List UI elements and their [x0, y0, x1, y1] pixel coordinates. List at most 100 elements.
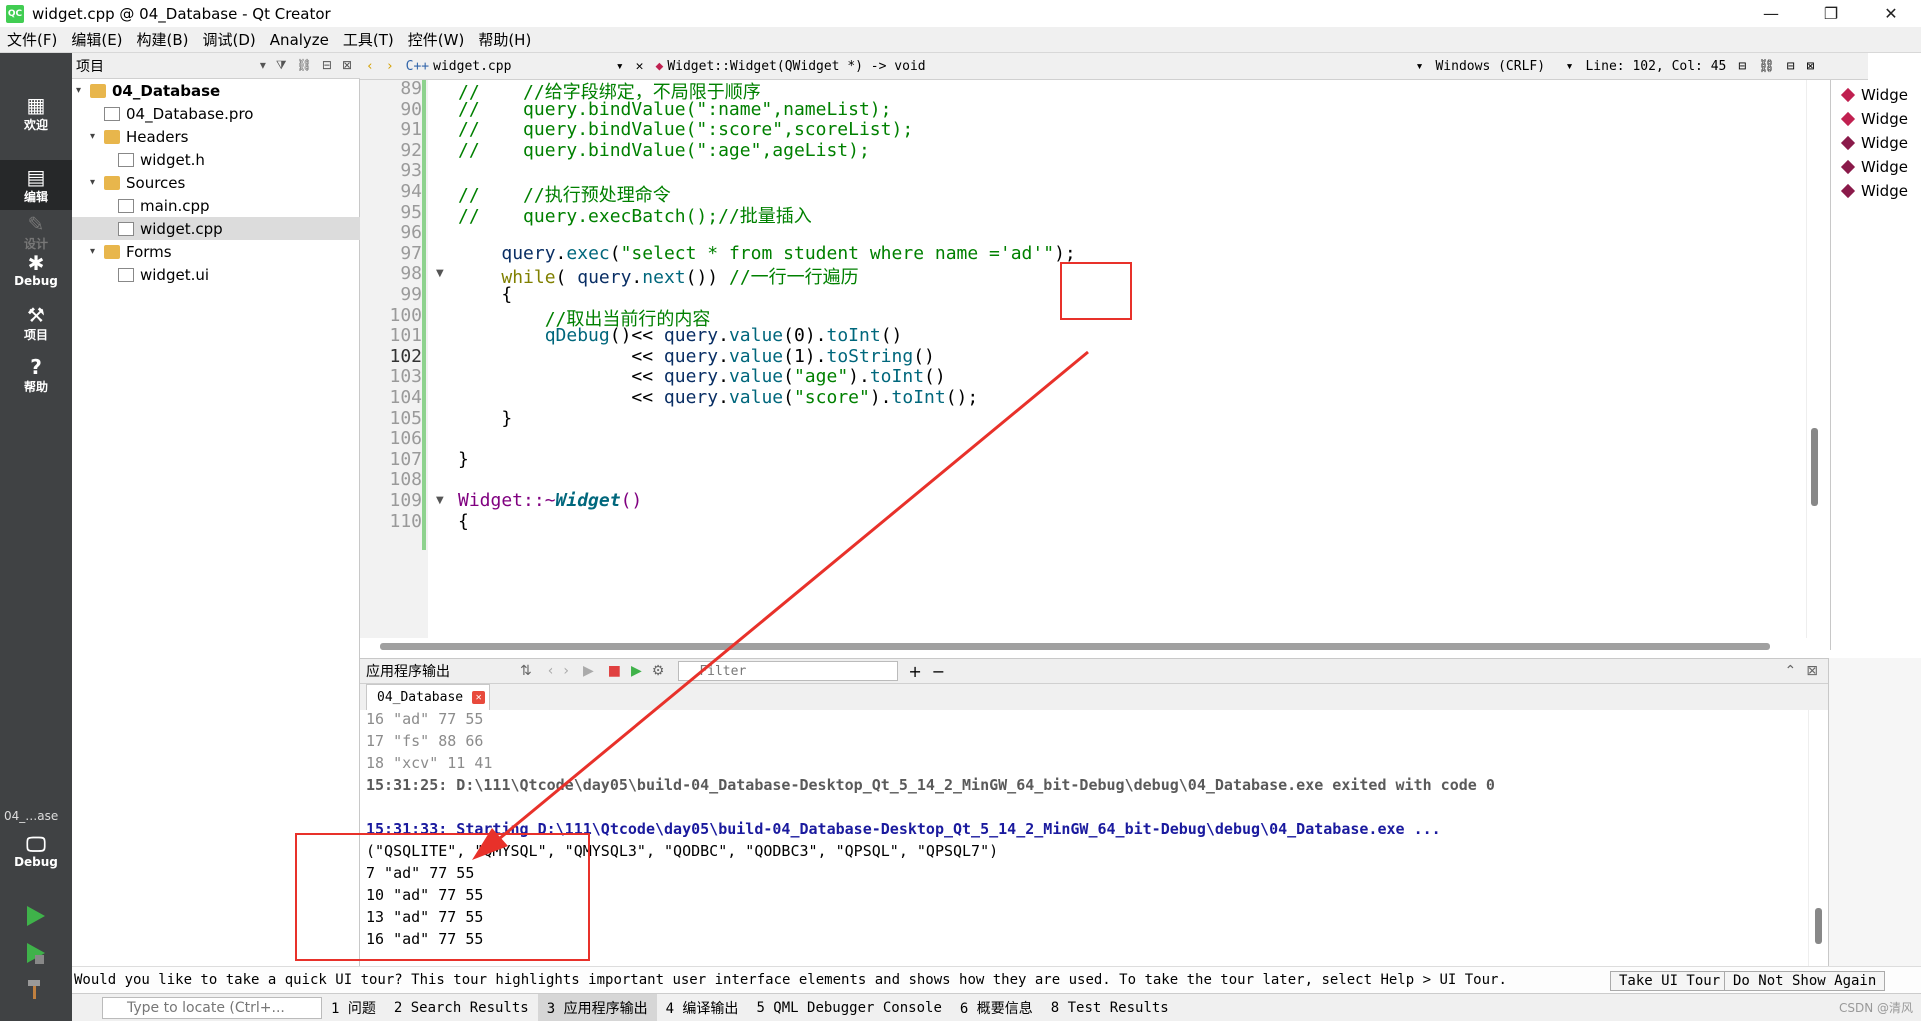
expand-arrow-icon[interactable]: ▾: [90, 246, 104, 257]
target-selector[interactable]: 🖵 Debug: [0, 821, 72, 881]
tree-item-widget-h[interactable]: widget.h: [72, 148, 360, 171]
prev-icon[interactable]: ‹: [548, 663, 554, 679]
expand-arrow-icon[interactable]: ▾: [90, 131, 104, 142]
code-line[interactable]: // query.bindValue(":score",scoreList);: [458, 119, 913, 140]
menu-item[interactable]: 控件(W): [401, 29, 472, 50]
mode-help[interactable]: ? 帮助: [0, 350, 72, 400]
mode-grid[interactable]: ▦ 欢迎: [0, 83, 72, 143]
stop-icon[interactable]: ■: [608, 663, 621, 679]
expand-arrow-icon[interactable]: ▾: [90, 177, 104, 188]
close-button[interactable]: ✕: [1861, 0, 1921, 27]
output-filter-input[interactable]: Filter: [678, 661, 899, 681]
editor-vertical-scrollbar[interactable]: [1806, 80, 1822, 638]
close-document-button[interactable]: ✕: [630, 53, 650, 79]
build-button[interactable]: [20, 973, 52, 1005]
menu-item[interactable]: 文件(F): [0, 29, 64, 50]
outline-item[interactable]: Widge: [1840, 110, 1908, 128]
scrollbar-thumb[interactable]: [1815, 908, 1822, 944]
tree-item-widget-cpp[interactable]: widget.cpp: [72, 217, 360, 240]
attach-icon[interactable]: ▶: [631, 663, 642, 679]
next-icon[interactable]: ›: [563, 663, 569, 679]
outline-item[interactable]: Widge: [1840, 158, 1908, 176]
output-vertical-scrollbar[interactable]: [1808, 710, 1828, 966]
locator-input[interactable]: Type to locate (Ctrl+...: [102, 996, 322, 1019]
fold-marker-icon[interactable]: ▼: [436, 495, 444, 506]
output-pane-button[interactable]: 2 Search Results: [385, 994, 538, 1021]
fold-marker-icon[interactable]: ▼: [436, 268, 444, 279]
take-ui-tour-button[interactable]: Take UI Tour: [1610, 971, 1730, 991]
code-line[interactable]: // query.bindValue(":name",nameList);: [458, 99, 891, 120]
outline-item[interactable]: Widge: [1840, 86, 1908, 104]
cursor-position[interactable]: Line: 102, Col: 45: [1579, 53, 1732, 79]
output-pane-button[interactable]: 6 概要信息: [951, 994, 1042, 1021]
symbol-combo[interactable]: ◆ Widget::Widget(QWidget *) -> void ▾: [649, 53, 1429, 79]
output-tab-04-database[interactable]: 04_Database ✕: [366, 684, 491, 710]
code-line[interactable]: // query.bindValue(":age",ageList);: [458, 140, 870, 161]
output-pane-button[interactable]: 5 QML Debugger Console: [747, 994, 950, 1021]
nav-forward-button[interactable]: ›: [380, 53, 400, 79]
output-pane-button[interactable]: 4 编译输出: [657, 994, 748, 1021]
tree-item-headers[interactable]: ▾ Headers: [72, 125, 360, 148]
mode-wrench[interactable]: ⚒ 项目: [0, 298, 72, 348]
editor-horizontal-scrollbar[interactable]: [380, 643, 1770, 650]
expand-arrow-icon[interactable]: ▾: [76, 85, 90, 96]
code-line[interactable]: qDebug()<< query.value(0).toInt(): [458, 325, 903, 346]
scrollbar-thumb[interactable]: [1811, 428, 1818, 506]
tree-item-forms[interactable]: ▾ Forms: [72, 240, 360, 263]
do-not-show-again-button[interactable]: Do Not Show Again: [1724, 971, 1886, 991]
split-icon[interactable]: ⊟: [1781, 53, 1801, 79]
code-line[interactable]: Widget::~Widget(): [458, 490, 642, 511]
restore-button[interactable]: ❐: [1801, 0, 1861, 27]
tree-item-sources[interactable]: ▾ Sources: [72, 171, 360, 194]
tree-item-main-cpp[interactable]: main.cpp: [72, 194, 360, 217]
debug-run-button[interactable]: [20, 937, 52, 969]
zoom-out-icon[interactable]: −: [932, 662, 945, 681]
tree-item-04-database[interactable]: ▾ 04_Database: [72, 79, 360, 102]
close-pane-icon[interactable]: ⊠: [1806, 663, 1818, 679]
code-line[interactable]: }: [458, 449, 469, 470]
split-editor-icon[interactable]: ⊟: [1732, 53, 1752, 79]
maximize-pane-icon[interactable]: ⌃: [1785, 663, 1797, 679]
rerun-icon[interactable]: ▶: [583, 663, 594, 679]
split-icon[interactable]: ⊟: [322, 58, 332, 73]
outline-item[interactable]: Widge: [1840, 134, 1908, 152]
tree-item-04-database-pro[interactable]: 04_Database.pro: [72, 102, 360, 125]
project-panel-title[interactable]: 项目: [76, 56, 104, 76]
code-editor[interactable]: 89// //给字段绑定，不局限于顺序 90// query.bindValue(…: [360, 80, 1807, 638]
nav-back-button[interactable]: ‹: [360, 53, 380, 79]
close-tab-icon[interactable]: ✕: [472, 691, 486, 704]
run-button[interactable]: [20, 900, 52, 932]
reformat-icon[interactable]: ⇅: [520, 663, 532, 679]
dropdown-icon[interactable]: ▾: [260, 58, 266, 73]
menu-item[interactable]: 编辑(E): [64, 29, 129, 50]
code-line[interactable]: while( query.next()) //一行一行遍历: [458, 263, 858, 289]
menu-item[interactable]: 调试(D): [196, 29, 263, 50]
line-ending-combo[interactable]: Windows (CRLF) ▾: [1429, 53, 1579, 79]
code-line[interactable]: << query.value("age").toInt(): [458, 366, 945, 387]
code-line[interactable]: {: [458, 284, 512, 305]
code-line[interactable]: {: [458, 511, 469, 532]
mode-edit[interactable]: ▤ 编辑: [0, 160, 72, 210]
output-pane-button[interactable]: 8 Test Results: [1042, 994, 1178, 1021]
menu-item[interactable]: 帮助(H): [471, 29, 538, 50]
minimize-button[interactable]: —: [1741, 0, 1801, 27]
open-documents-combo[interactable]: C++ widget.cpp ▾: [400, 53, 630, 79]
close-panel-icon[interactable]: ⊠: [342, 58, 352, 73]
code-line[interactable]: query.exec("select * from student where …: [458, 243, 1075, 264]
menu-item[interactable]: 工具(T): [336, 29, 401, 50]
tree-item-widget-ui[interactable]: widget.ui: [72, 263, 360, 286]
outline-item[interactable]: Widge: [1840, 182, 1908, 200]
mode-bug[interactable]: ✱ Debug: [0, 245, 72, 295]
close-split-icon[interactable]: ⊠: [1801, 53, 1821, 79]
menu-item[interactable]: 构建(B): [130, 29, 196, 50]
filter-icon[interactable]: ⧩: [276, 58, 287, 73]
code-line[interactable]: << query.value("score").toInt();: [458, 387, 978, 408]
menu-item[interactable]: Analyze: [263, 31, 336, 49]
link-icon[interactable]: ⛓: [297, 58, 312, 73]
code-line[interactable]: << query.value(1).toString(): [458, 346, 934, 367]
output-pane-button[interactable]: 3 应用程序输出: [537, 993, 657, 1021]
code-line[interactable]: // query.execBatch();//批量插入: [458, 202, 812, 228]
zoom-in-icon[interactable]: +: [908, 662, 921, 681]
settings-icon[interactable]: ⚙: [652, 663, 665, 679]
output-pane-button[interactable]: 1 问题: [322, 994, 385, 1021]
